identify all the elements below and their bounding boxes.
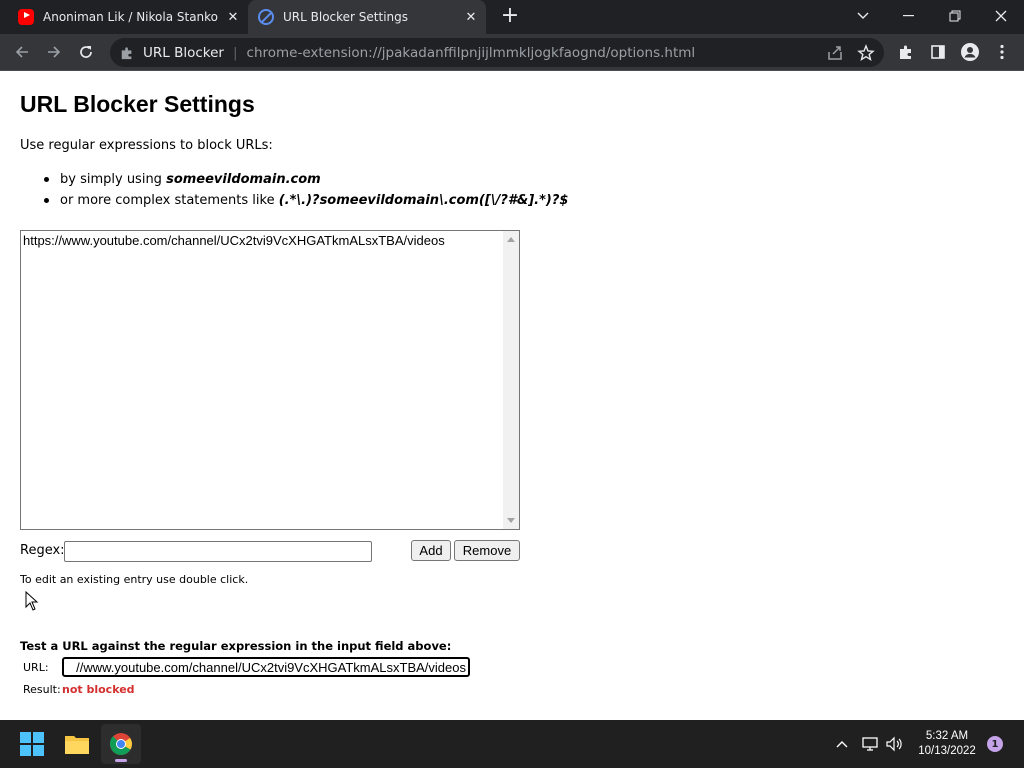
remove-button[interactable]: Remove [454, 540, 520, 561]
omnibox-separator: | [232, 44, 238, 61]
list-item[interactable]: https://www.youtube.com/channel/UCx2tvi9… [23, 233, 445, 248]
network-button[interactable] [860, 734, 880, 754]
chevron-down-icon [857, 12, 869, 19]
example-regex: (.*\.)?someevildomain\.com([\/?#&].*)?$ [278, 193, 569, 208]
scroll-up-icon[interactable] [507, 237, 515, 242]
tab-youtube[interactable]: Anoniman Lik / Nikola Stankovic ✕ [8, 0, 248, 34]
tab-title: URL Blocker Settings [283, 10, 408, 24]
scrollbar[interactable] [503, 231, 519, 529]
restore-button[interactable] [932, 0, 978, 32]
arrow-left-icon [15, 46, 28, 58]
volume-button[interactable] [884, 734, 904, 754]
back-button[interactable] [8, 38, 36, 66]
page-content: URL Blocker Settings Use regular express… [0, 71, 1024, 720]
profile-button[interactable] [956, 38, 984, 66]
extensions-button[interactable] [892, 38, 920, 66]
puzzle-icon [121, 46, 132, 59]
result-status: not blocked [62, 683, 135, 696]
side-panel-icon [931, 45, 945, 59]
start-button[interactable] [12, 724, 52, 764]
profile-icon [961, 43, 979, 61]
result-label: Result: [23, 683, 61, 696]
bullet-text: by simply using [60, 172, 167, 187]
close-icon [995, 10, 1007, 22]
youtube-icon [18, 9, 34, 25]
bookmark-star-icon[interactable] [857, 44, 875, 62]
tab-url-blocker-settings[interactable]: URL Blocker Settings ✕ [248, 0, 486, 34]
add-button[interactable]: Add [411, 540, 451, 561]
bullet-text: or more complex statements like [60, 193, 279, 208]
list-item: by simply using someevildomain.com [44, 169, 568, 190]
test-url-input[interactable]: //www.youtube.com/channel/UCx2tvi9VcXHGA… [62, 657, 470, 677]
address-bar[interactable]: URL Blocker | chrome-extension://jpakada… [110, 38, 884, 67]
chevron-up-icon [836, 741, 848, 748]
blocked-url-list[interactable]: https://www.youtube.com/channel/UCx2tvi9… [20, 230, 520, 530]
regex-input[interactable] [64, 541, 372, 562]
url-blocker-icon [258, 9, 274, 25]
kebab-menu-icon [1000, 44, 1004, 60]
edit-hint: To edit an existing entry use double cli… [20, 573, 249, 586]
site-name: URL Blocker [143, 44, 224, 61]
menu-button[interactable] [988, 38, 1016, 66]
reload-icon [80, 46, 92, 58]
show-hidden-icons-button[interactable] [832, 734, 852, 754]
folder-icon [65, 736, 89, 754]
mouse-cursor-icon [25, 591, 39, 611]
url-text: chrome-extension://jpakadanffilpnjijlmmk… [246, 44, 696, 61]
forward-button[interactable] [40, 38, 68, 66]
taskbar: 5:32 AM 10/13/2022 [0, 720, 1024, 768]
restore-icon [949, 10, 961, 22]
puzzle-icon [900, 45, 911, 59]
tab-title: Anoniman Lik / Nikola Stankovic [43, 10, 218, 24]
chrome-icon [109, 733, 132, 755]
notification-badge[interactable]: 1 [987, 736, 1003, 752]
new-tab-button[interactable]: + [498, 5, 522, 29]
clock-time: 5:32 AM [925, 730, 969, 742]
url-label: URL: [23, 661, 49, 674]
tab-search-button[interactable] [840, 0, 886, 32]
tab-close-icon[interactable]: ✕ [218, 10, 248, 25]
list-item: or more complex statements like (.*\.)?s… [44, 190, 568, 211]
scroll-down-icon[interactable] [507, 518, 515, 523]
active-indicator [115, 759, 127, 762]
taskbar-clock[interactable]: 5:32 AM 10/13/2022 [912, 729, 982, 759]
tab-strip: Anoniman Lik / Nikola Stankovic ✕ URL Bl… [0, 0, 1024, 34]
tab-close-icon[interactable]: ✕ [456, 10, 486, 25]
minimize-button[interactable] [886, 0, 932, 32]
network-icon [862, 737, 878, 751]
close-window-button[interactable] [978, 0, 1024, 32]
intro-text: Use regular expressions to block URLs: [20, 138, 273, 153]
speaker-icon [886, 736, 902, 752]
example-list: by simply using someevildomain.com or mo… [44, 169, 568, 211]
windows-logo-icon [20, 732, 44, 756]
page-title: URL Blocker Settings [20, 91, 255, 117]
test-section-title: Test a URL against the regular expressio… [20, 639, 452, 653]
example-regex: someevildomain.com [166, 172, 321, 187]
side-panel-button[interactable] [924, 38, 952, 66]
minimize-icon [903, 15, 914, 17]
browser-toolbar: URL Blocker | chrome-extension://jpakada… [0, 34, 1024, 71]
file-explorer-button[interactable] [57, 724, 97, 764]
regex-label: Regex: [20, 543, 65, 558]
reload-button[interactable] [72, 38, 100, 66]
clock-date: 10/13/2022 [918, 745, 976, 757]
share-icon[interactable] [826, 44, 844, 62]
arrow-right-icon [48, 46, 61, 58]
chrome-taskbar-button[interactable] [101, 724, 141, 764]
